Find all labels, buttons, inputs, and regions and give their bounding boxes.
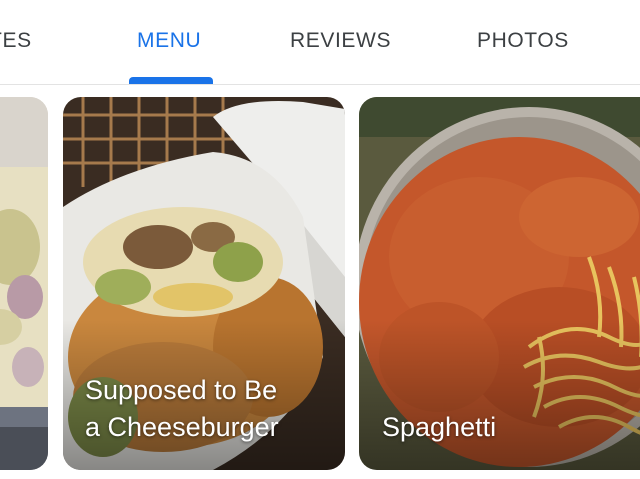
menu-item-caption: Spaghetti [382, 412, 497, 442]
menu-item-card-cheeseburger[interactable]: Supposed to Be a Cheeseburger [63, 97, 345, 470]
tab-updates[interactable]: ATES [0, 29, 32, 55]
tab-photos[interactable]: PHOTOS [477, 29, 569, 55]
tab-reviews[interactable]: REVIEWS [290, 29, 391, 55]
menu-item-card-spaghetti[interactable]: Spaghetti [359, 97, 640, 470]
active-tab-indicator [129, 77, 213, 84]
tab-menu[interactable]: MENU [137, 29, 201, 55]
tab-bar: ATES MENU REVIEWS PHOTOS [0, 0, 640, 85]
caption-shade [359, 320, 640, 470]
menu-item-card-partial[interactable] [0, 97, 48, 470]
menu-item-caption: Supposed to Be a Cheeseburger [85, 375, 279, 442]
menu-item-photo [0, 97, 48, 470]
menu-carousel[interactable]: Supposed to Be a Cheeseburger Spaghetti [0, 85, 640, 479]
